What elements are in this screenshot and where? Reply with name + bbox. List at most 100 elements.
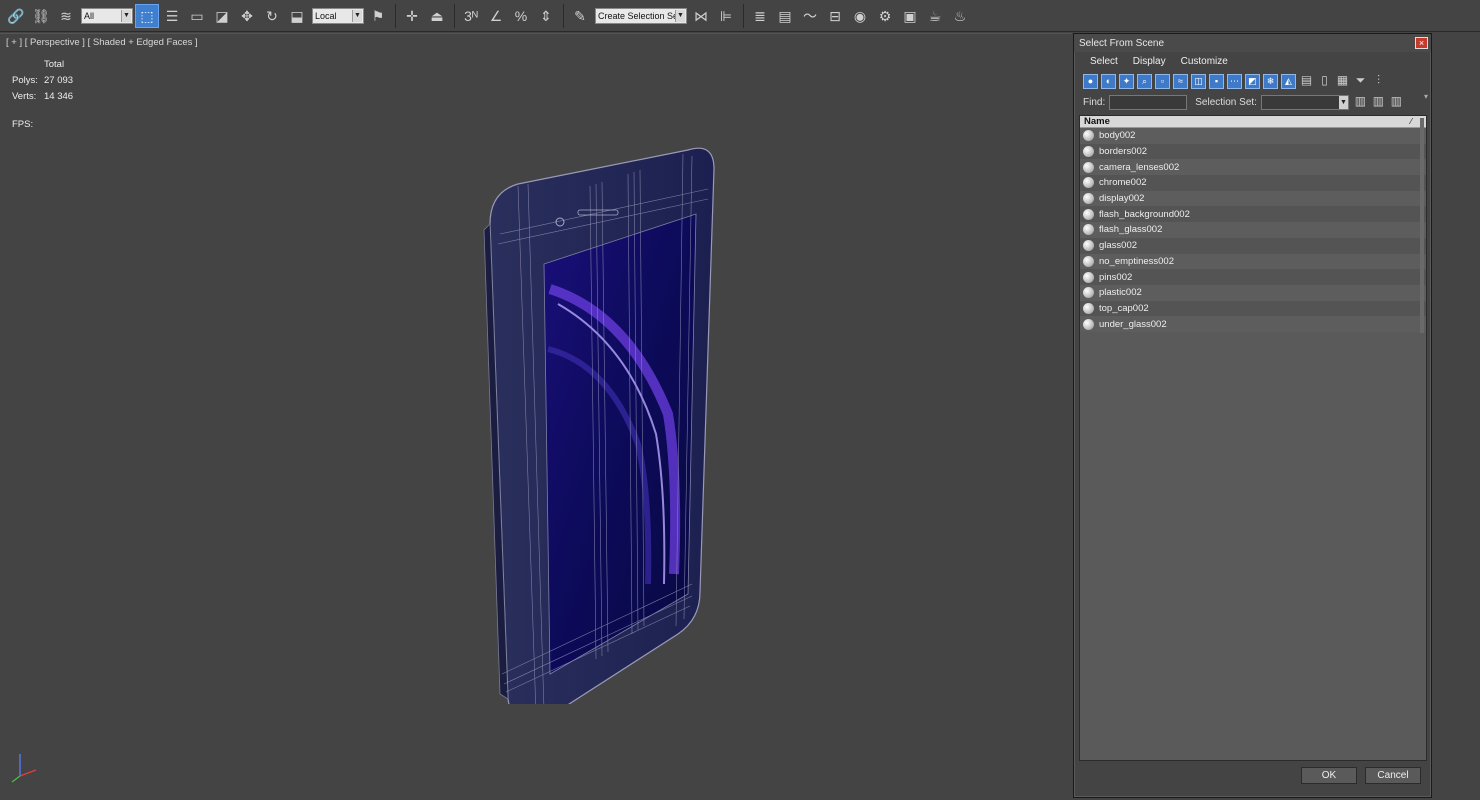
select-and-rotate-icon[interactable]: ↻: [260, 4, 284, 28]
display-frozen-icon[interactable]: ❄: [1263, 73, 1278, 89]
dialog-title-bar[interactable]: Select From Scene ×: [1074, 34, 1431, 52]
scene-explorer-icon[interactable]: ▤: [773, 4, 797, 28]
display-bones-icon[interactable]: ⋯: [1227, 73, 1242, 89]
geometry-object-icon: [1083, 271, 1094, 283]
list-item[interactable]: glass002: [1080, 237, 1426, 254]
spinner-snap-icon[interactable]: ⇕: [534, 4, 558, 28]
select-by-name-icon[interactable]: ☰: [160, 4, 184, 28]
list-item[interactable]: no_emptiness002: [1080, 253, 1426, 270]
list-item[interactable]: under_glass002: [1080, 316, 1426, 332]
angle-snap-icon[interactable]: ∠: [484, 4, 508, 28]
display-containers-icon[interactable]: ◩: [1245, 73, 1260, 89]
geometry-object-icon: [1083, 318, 1094, 330]
named-selection-dropdown[interactable]: Create Selection Se ▼: [595, 7, 687, 24]
viewport-label[interactable]: [ + ] [ Perspective ] [ Shaded + Edged F…: [6, 37, 198, 48]
perspective-viewport[interactable]: [ + ] [ Perspective ] [ Shaded + Edged F…: [0, 33, 1072, 800]
display-xrefs-icon[interactable]: ▪: [1209, 73, 1224, 89]
selection-set-label: Selection Set:: [1195, 96, 1257, 108]
list-item[interactable]: flash_glass002: [1080, 222, 1426, 238]
geometry-object-icon: [1083, 240, 1094, 252]
ok-button[interactable]: OK: [1301, 766, 1357, 784]
rendered-frame-window-icon[interactable]: ▣: [898, 4, 922, 28]
object-list[interactable]: Name ⁄ body002 borders002 camera_lenses0…: [1079, 115, 1427, 761]
select-and-move-icon[interactable]: ✥: [235, 4, 259, 28]
object-name: plastic002: [1099, 287, 1142, 299]
schematic-view-icon[interactable]: ⊟: [823, 4, 847, 28]
selection-set-dropdown[interactable]: ▼: [1260, 94, 1349, 110]
mirror-icon[interactable]: ⋈: [689, 4, 713, 28]
object-name: flash_glass002: [1099, 224, 1163, 236]
stats-header: Total: [44, 59, 65, 71]
close-icon[interactable]: ×: [1415, 37, 1428, 49]
panel-expand-icon[interactable]: ▾: [1424, 92, 1430, 102]
align-icon[interactable]: ⊫: [714, 4, 738, 28]
menu-select[interactable]: Select: [1090, 56, 1118, 67]
select-and-scale-icon[interactable]: ⬓: [285, 4, 309, 28]
polys-label: Polys:: [12, 75, 38, 87]
advanced-filter-icon[interactable]: ⫶: [1371, 73, 1386, 89]
display-helpers-icon[interactable]: ▫: [1155, 73, 1170, 89]
material-editor-icon[interactable]: ◉: [848, 4, 872, 28]
list-item[interactable]: pins002: [1080, 269, 1426, 285]
render-setup-icon[interactable]: ⚙: [873, 4, 897, 28]
list-item[interactable]: camera_lenses002: [1080, 159, 1426, 176]
list-item[interactable]: body002: [1080, 128, 1426, 144]
snap-label: 3: [464, 7, 472, 24]
render-iterative-icon[interactable]: ♨: [948, 4, 972, 28]
select-invert-icon[interactable]: ▦: [1335, 73, 1350, 89]
selection-filter-dropdown[interactable]: All ▼: [81, 7, 133, 24]
bind-to-space-warp-icon[interactable]: ≋: [54, 4, 78, 28]
list-item[interactable]: top_cap002: [1080, 300, 1426, 317]
display-groups-icon[interactable]: ◫: [1191, 73, 1206, 89]
display-cameras-icon[interactable]: ⌕: [1137, 73, 1152, 89]
select-none-icon[interactable]: ▯: [1317, 73, 1332, 89]
display-lights-icon[interactable]: ✦: [1119, 73, 1134, 89]
phone-wireframe-model[interactable]: [478, 114, 728, 704]
name-column-header[interactable]: Name ⁄: [1080, 116, 1426, 128]
object-name: chrome002: [1099, 177, 1147, 189]
list-item[interactable]: plastic002: [1080, 284, 1426, 301]
find-row: Find: Selection Set: ▼ ▥ ▥ ▥: [1074, 92, 1431, 112]
display-hidden-icon[interactable]: ◭: [1281, 73, 1296, 89]
snaps-toggle-icon[interactable]: 3ᴺ: [459, 4, 483, 28]
list-item[interactable]: display002: [1080, 190, 1426, 207]
menu-display[interactable]: Display: [1133, 56, 1166, 67]
dialog-title: Select From Scene: [1079, 37, 1165, 49]
reference-coordinate-dropdown[interactable]: Local ▼: [312, 7, 364, 24]
unlink-selection-icon[interactable]: ⛓: [29, 4, 53, 28]
chevron-down-icon: ▼: [1338, 95, 1348, 109]
list-item[interactable]: chrome002: [1080, 175, 1426, 191]
verts-value: 14 346: [44, 90, 74, 102]
display-shapes-icon[interactable]: ◐: [1101, 73, 1116, 89]
display-geometry-icon[interactable]: ●: [1083, 73, 1098, 89]
remove-from-selection-set-icon[interactable]: ▥: [1389, 94, 1404, 110]
select-and-manipulate-icon[interactable]: ⚑: [366, 4, 390, 28]
menu-customize[interactable]: Customize: [1181, 56, 1228, 67]
keyboard-shortcut-override-icon[interactable]: ⏏: [425, 4, 449, 28]
percent-snap-icon[interactable]: %: [509, 4, 533, 28]
window-crossing-icon[interactable]: ◪: [210, 4, 234, 28]
layer-manager-icon[interactable]: ≣: [748, 4, 772, 28]
cancel-button[interactable]: Cancel: [1365, 766, 1421, 784]
find-input[interactable]: [1109, 94, 1188, 110]
object-name: display002: [1099, 193, 1145, 205]
select-and-link-icon[interactable]: 🔗: [4, 4, 28, 28]
render-production-icon[interactable]: ☕: [923, 4, 947, 28]
chevron-down-icon: ▼: [675, 9, 685, 22]
filter-icon[interactable]: ⏷: [1353, 73, 1368, 89]
curve-editor-icon[interactable]: 〜: [798, 4, 822, 28]
display-space-warps-icon[interactable]: ≈: [1173, 73, 1188, 89]
rectangular-selection-icon[interactable]: ▭: [185, 4, 209, 28]
create-selection-set-icon[interactable]: ▥: [1353, 94, 1368, 110]
find-label: Find:: [1083, 96, 1106, 108]
list-scrollbar[interactable]: [1420, 118, 1424, 333]
edit-named-selection-icon[interactable]: ✎: [568, 4, 592, 28]
list-item[interactable]: flash_background002: [1080, 206, 1426, 223]
select-all-icon[interactable]: ▤: [1299, 73, 1314, 89]
select-object-icon[interactable]: ⬚: [135, 3, 159, 28]
add-to-selection-set-icon[interactable]: ▥: [1371, 94, 1386, 110]
pivot-point-center-icon[interactable]: ✛: [400, 4, 424, 28]
list-item[interactable]: borders002: [1080, 143, 1426, 160]
geometry-object-icon: [1083, 302, 1094, 314]
dialog-footer: OK Cancel: [1079, 759, 1427, 791]
